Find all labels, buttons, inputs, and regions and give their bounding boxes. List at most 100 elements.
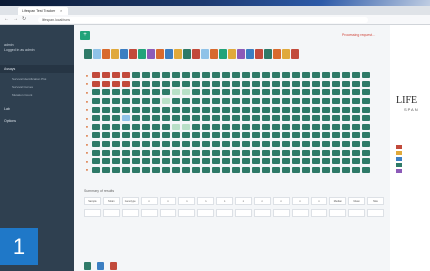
grid-cell[interactable] xyxy=(252,132,260,139)
grid-cell[interactable] xyxy=(122,166,130,173)
grid-cell[interactable] xyxy=(222,89,230,96)
grid-cell[interactable] xyxy=(102,72,110,79)
grid-cell[interactable] xyxy=(272,72,280,79)
grid-cell[interactable] xyxy=(202,158,210,165)
toolbar-tool-icon[interactable] xyxy=(273,49,281,59)
grid-cell[interactable] xyxy=(132,98,140,105)
grid-cell[interactable] xyxy=(132,123,140,130)
grid-cell[interactable] xyxy=(142,106,150,113)
grid-cell[interactable] xyxy=(302,115,310,122)
grid-cell[interactable] xyxy=(242,158,250,165)
grid-cell[interactable] xyxy=(132,89,140,96)
grid-cell[interactable] xyxy=(352,141,360,148)
grid-cell[interactable] xyxy=(192,141,200,148)
grid-cell[interactable] xyxy=(202,141,210,148)
grid-cell[interactable] xyxy=(362,106,370,113)
grid-cell[interactable] xyxy=(312,106,320,113)
grid-cell[interactable] xyxy=(112,141,120,148)
grid-cell[interactable] xyxy=(202,106,210,113)
grid-cell[interactable] xyxy=(92,89,100,96)
grid-cell[interactable] xyxy=(182,158,190,165)
grid-cell[interactable] xyxy=(162,158,170,165)
grid-cell[interactable] xyxy=(242,115,250,122)
grid-cell[interactable] xyxy=(142,98,150,105)
grid-cell[interactable] xyxy=(362,166,370,173)
grid-cell[interactable] xyxy=(342,106,350,113)
grid-cell[interactable] xyxy=(312,149,320,156)
grid-cell[interactable] xyxy=(112,158,120,165)
toolbar-tool-icon[interactable] xyxy=(255,49,263,59)
grid-cell[interactable] xyxy=(332,98,340,105)
grid-cell[interactable] xyxy=(92,149,100,156)
grid-cell[interactable] xyxy=(332,132,340,139)
grid-cell[interactable] xyxy=(272,98,280,105)
grid-cell[interactable] xyxy=(212,123,220,130)
grid-cell[interactable] xyxy=(172,80,180,87)
grid-cell[interactable] xyxy=(232,132,240,139)
thumbnail[interactable] xyxy=(110,262,117,270)
grid-cell[interactable] xyxy=(232,115,240,122)
grid-cell[interactable] xyxy=(262,80,270,87)
grid-cell[interactable] xyxy=(272,158,280,165)
grid-cell[interactable] xyxy=(352,166,360,173)
grid-cell[interactable] xyxy=(352,72,360,79)
grid-cell[interactable] xyxy=(192,115,200,122)
grid-cell[interactable] xyxy=(322,80,330,87)
grid-cell[interactable] xyxy=(212,89,220,96)
toolbar-tool-icon[interactable] xyxy=(93,49,101,59)
grid-cell[interactable] xyxy=(92,72,100,79)
grid-cell[interactable] xyxy=(122,123,130,130)
grid-cell[interactable] xyxy=(102,158,110,165)
grid-cell[interactable] xyxy=(352,149,360,156)
grid-cell[interactable] xyxy=(282,115,290,122)
toolbar-tool-icon[interactable] xyxy=(192,49,200,59)
grid-cell[interactable] xyxy=(262,115,270,122)
grid-cell[interactable] xyxy=(222,80,230,87)
grid-cell[interactable] xyxy=(282,158,290,165)
grid-cell[interactable] xyxy=(332,141,340,148)
grid-cell[interactable] xyxy=(142,80,150,87)
grid-cell[interactable] xyxy=(232,80,240,87)
sidebar-subitem-1[interactable]: Survival Identification Plot xyxy=(12,77,46,81)
grid-cell[interactable] xyxy=(302,98,310,105)
grid-cell[interactable] xyxy=(202,166,210,173)
grid-cell[interactable] xyxy=(192,80,200,87)
grid-cell[interactable] xyxy=(352,106,360,113)
grid-cell[interactable] xyxy=(192,72,200,79)
grid-cell[interactable] xyxy=(112,72,120,79)
grid-cell[interactable] xyxy=(242,72,250,79)
grid-cell[interactable] xyxy=(252,106,260,113)
grid-cell[interactable] xyxy=(182,72,190,79)
grid-cell[interactable] xyxy=(302,123,310,130)
grid-cell[interactable] xyxy=(112,80,120,87)
grid-cell[interactable] xyxy=(252,98,260,105)
grid-cell[interactable] xyxy=(342,123,350,130)
grid-cell[interactable] xyxy=(212,106,220,113)
grid-cell[interactable] xyxy=(192,98,200,105)
toolbar-tool-icon[interactable] xyxy=(84,49,92,59)
grid-cell[interactable] xyxy=(352,98,360,105)
grid-cell[interactable] xyxy=(242,89,250,96)
grid-cell[interactable] xyxy=(272,132,280,139)
grid-cell[interactable] xyxy=(182,132,190,139)
grid-cell[interactable] xyxy=(292,72,300,79)
grid-cell[interactable] xyxy=(332,89,340,96)
grid-cell[interactable] xyxy=(322,123,330,130)
grid-cell[interactable] xyxy=(362,89,370,96)
grid-cell[interactable] xyxy=(242,166,250,173)
grid-cell[interactable] xyxy=(242,141,250,148)
grid-cell[interactable] xyxy=(112,98,120,105)
grid-cell[interactable] xyxy=(292,158,300,165)
grid-cell[interactable] xyxy=(282,166,290,173)
grid-cell[interactable] xyxy=(132,80,140,87)
grid-cell[interactable] xyxy=(122,115,130,122)
grid-cell[interactable] xyxy=(272,166,280,173)
grid-cell[interactable] xyxy=(242,149,250,156)
grid-cell[interactable] xyxy=(102,149,110,156)
grid-cell[interactable] xyxy=(282,149,290,156)
grid-cell[interactable] xyxy=(232,141,240,148)
grid-cell[interactable] xyxy=(92,141,100,148)
grid-cell[interactable] xyxy=(232,98,240,105)
grid-cell[interactable] xyxy=(362,158,370,165)
grid-cell[interactable] xyxy=(162,80,170,87)
